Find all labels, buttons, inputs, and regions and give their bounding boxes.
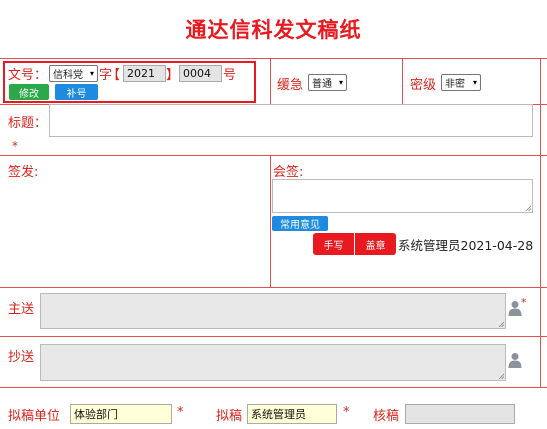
doc-type-value: 信科党 <box>53 70 83 81</box>
chevron-down-icon: ▾ <box>338 78 343 87</box>
row-divider <box>0 336 547 337</box>
secrecy-value: 非密 <box>445 79 465 90</box>
common-opinion-button[interactable]: 常用意见 <box>272 216 328 231</box>
page-title: 通达信科发文稿纸 <box>185 18 362 42</box>
countersign-textarea[interactable] <box>272 179 533 213</box>
drafting-unit-label: 拟稿单位 <box>8 409 61 424</box>
drafter-required-mark: * <box>343 405 350 420</box>
bracket-left: 【 <box>107 68 121 83</box>
secrecy-label: 密级 <box>410 78 437 93</box>
handwrite-button[interactable]: 手写 <box>313 233 354 255</box>
supplement-number-button[interactable]: 补号 <box>55 84 98 100</box>
user-icon[interactable] <box>508 300 522 316</box>
subject-required-mark: * <box>12 139 18 153</box>
drafting-unit-input[interactable]: 体验部门 <box>70 404 172 424</box>
subject-label: 标题： <box>8 116 48 131</box>
bracket-right: 】 <box>166 68 180 83</box>
stamp-button[interactable]: 盖章 <box>355 233 396 255</box>
row-divider <box>0 387 547 388</box>
main-send-label: 主送 <box>8 302 35 317</box>
sign-label: 签发: <box>8 165 39 180</box>
doc-number-label: 文号： <box>8 68 48 83</box>
hao-label: 号 <box>223 68 237 83</box>
col-divider <box>270 58 271 104</box>
main-send-textarea[interactable] <box>40 293 506 329</box>
doc-type-select[interactable]: 信科党 ▾ <box>49 65 98 82</box>
reviewer-input[interactable] <box>405 404 515 424</box>
countersign-signer: 系统管理员2021-04-28 <box>398 238 534 253</box>
col-divider <box>270 155 271 287</box>
chevron-down-icon: ▾ <box>472 78 477 87</box>
reviewer-label: 核稿 <box>373 409 400 424</box>
countersign-label: 会签: <box>273 165 304 180</box>
row-divider <box>0 155 547 156</box>
secrecy-select[interactable]: 非密 ▾ <box>441 74 481 91</box>
urgency-value: 普通 <box>312 79 332 90</box>
main-send-required-mark: * <box>521 296 527 309</box>
cc-label: 抄送 <box>8 350 35 365</box>
year-input[interactable]: 2021 <box>123 65 166 82</box>
col-divider <box>402 58 403 104</box>
cc-textarea[interactable] <box>40 344 506 381</box>
drafter-input[interactable]: 系统管理员 <box>247 404 337 424</box>
row-divider <box>0 287 547 288</box>
resize-grip-icon[interactable] <box>498 321 504 327</box>
subject-input[interactable] <box>49 104 533 137</box>
col-divider <box>540 58 541 387</box>
resize-grip-icon[interactable] <box>525 205 531 211</box>
modify-button[interactable]: 修改 <box>9 84 49 100</box>
drafting-unit-required-mark: * <box>177 405 184 420</box>
resize-grip-icon[interactable] <box>498 373 504 379</box>
number-input[interactable]: 0004 <box>179 65 222 82</box>
user-icon[interactable] <box>508 352 522 368</box>
chevron-down-icon: ▾ <box>89 69 94 78</box>
row-divider <box>0 58 547 59</box>
drafter-label: 拟稿 <box>216 409 243 424</box>
urgency-select[interactable]: 普通 ▾ <box>308 74 347 91</box>
urgency-label: 缓急 <box>277 78 304 93</box>
